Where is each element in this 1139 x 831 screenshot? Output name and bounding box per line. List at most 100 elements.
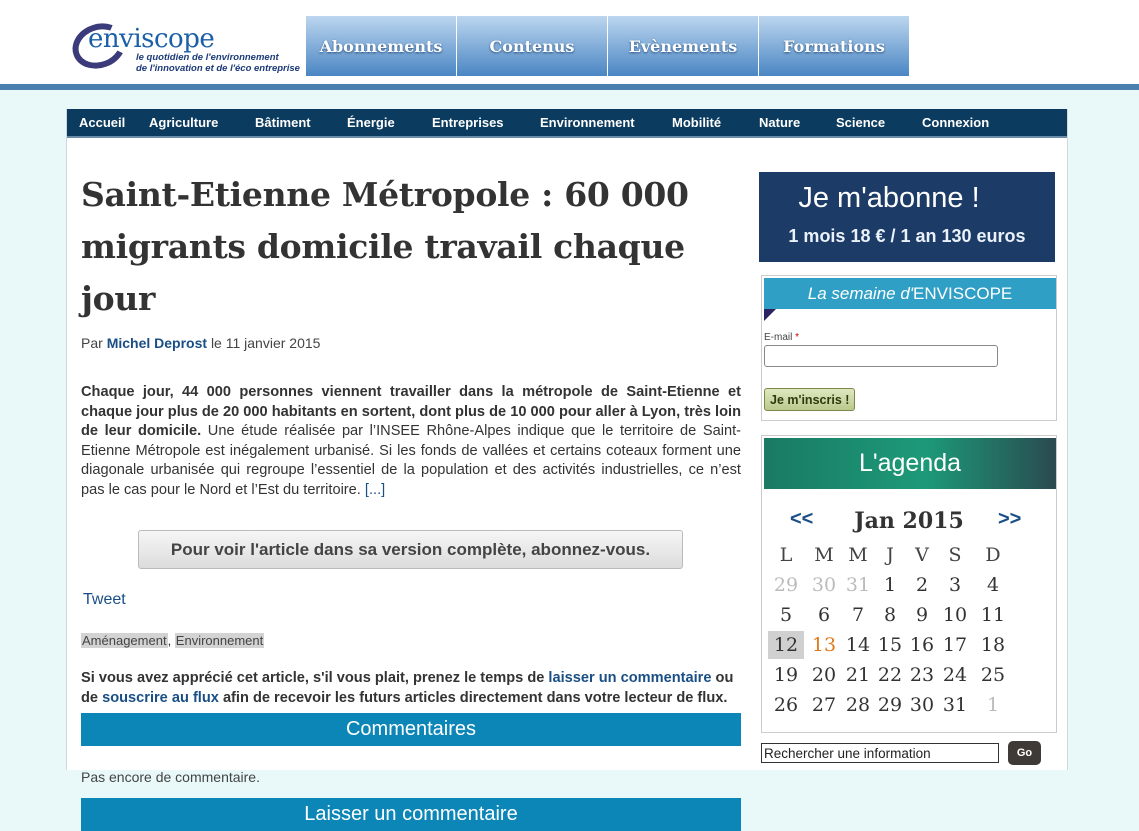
category-science[interactable]: Science [836, 115, 885, 130]
calendar-day: 15 [877, 634, 903, 656]
search-go-button[interactable]: Go [1008, 741, 1041, 765]
appreciate-text-1: Si vous avez apprécié cet article, s'il … [81, 670, 549, 686]
header-divider [0, 84, 1139, 90]
top-navigation: Abonnements Contenus Evènements Formatio… [306, 16, 910, 76]
calendar-day: 29 [877, 694, 903, 716]
calendar-weekday-header: J [886, 544, 894, 566]
calendar-day: 27 [811, 694, 837, 716]
calendar-day: 8 [883, 604, 897, 626]
enviscope-logo[interactable]: enviscope le quotidien de l'environnemen… [66, 16, 310, 78]
comments-heading: Commentaires [81, 713, 741, 746]
tag-environnement[interactable]: Environnement [174, 633, 265, 648]
calendar-day: 16 [909, 634, 935, 656]
category-environnement[interactable]: Environnement [540, 115, 635, 130]
main-container: Accueil Agriculture Bâtiment Énergie Ent… [66, 109, 1068, 831]
calendar-day: 10 [942, 604, 968, 626]
category-agriculture[interactable]: Agriculture [149, 115, 218, 130]
calendar-day: 21 [845, 664, 871, 686]
calendar-day: 1 [883, 574, 897, 596]
leave-comment-link[interactable]: laisser un commentaire [548, 670, 711, 686]
category-accueil[interactable]: Accueil [79, 115, 125, 130]
topnav-contenus[interactable]: Contenus [457, 16, 607, 76]
calendar-weekday-header: L [779, 544, 793, 566]
calendar-weekday-header: V [915, 544, 929, 566]
calendar-day: 30 [909, 694, 935, 716]
calendar-day: 14 [845, 634, 871, 656]
article-date: le 11 janvier 2015 [210, 335, 321, 351]
calendar-month: Jan 2015 [854, 508, 964, 534]
calendar-weekday-header: M [814, 544, 834, 566]
calendar-day: 19 [773, 664, 799, 686]
subscribe-to-read-button[interactable]: Pour voir l'article dans sa version comp… [138, 530, 683, 569]
calendar-day: 23 [909, 664, 935, 686]
category-nature[interactable]: Nature [759, 115, 800, 130]
signup-button[interactable]: Je m'inscris ! [764, 388, 856, 411]
article-title: Saint-Etienne Métropole : 60 000 migrant… [81, 175, 689, 318]
logo-tagline-line2: de l'innovation et de l'éco entreprise [136, 63, 300, 74]
tweet-button[interactable]: Tweet [83, 591, 126, 609]
topnav-formations[interactable]: Formations [759, 16, 909, 76]
calendar-day: 24 [942, 664, 968, 686]
ribbon-fold-icon [764, 309, 776, 321]
subscribe-banner-price: 1 mois 18 € / 1 an 130 euros [788, 226, 1026, 246]
article-tags: Aménagement, Environnement [81, 633, 265, 648]
calendar-day: 25 [980, 664, 1006, 686]
email-field[interactable] [764, 345, 998, 367]
newsletter-title-italic: La semaine d' [807, 283, 914, 303]
email-label: E-mail * [764, 332, 799, 343]
category-batiment[interactable]: Bâtiment [255, 115, 311, 130]
read-more-link[interactable]: [...] [365, 482, 385, 498]
topnav-evenements[interactable]: Evènements [608, 16, 758, 76]
calendar-day: 17 [942, 634, 968, 656]
byline-prefix: Par [81, 335, 103, 351]
calendar-day: 30 [811, 574, 837, 596]
calendar-day: 5 [779, 604, 793, 626]
calendar-day: 26 [773, 694, 799, 716]
tag-amenagement[interactable]: Aménagement [81, 633, 168, 648]
calendar-day: 11 [980, 604, 1006, 626]
calendar-prev-button[interactable]: << [790, 508, 813, 531]
email-label-text: E-mail [764, 332, 793, 343]
category-energie[interactable]: Énergie [347, 115, 395, 130]
calendar-next-button[interactable]: >> [998, 508, 1021, 531]
author-link[interactable]: Michel Deprost [107, 335, 207, 351]
newsletter-title: La semaine d' ENVISCOPE [764, 278, 1056, 309]
article-intro: Chaque jour, 44 000 personnes viennent t… [81, 383, 741, 500]
calendar-day: 18 [980, 634, 1006, 656]
calendar-day: 28 [845, 694, 871, 716]
category-navigation: Accueil Agriculture Bâtiment Énergie Ent… [67, 109, 1067, 138]
category-connexion[interactable]: Connexion [922, 115, 989, 130]
appreciate-text-3: afin de recevoir les futurs articles dir… [218, 689, 728, 706]
subscribe-feed-link[interactable]: souscrire au flux [102, 690, 219, 706]
calendar-weekday-header: D [985, 544, 1001, 566]
category-mobilite[interactable]: Mobilité [672, 115, 721, 130]
calendar-day: 31 [845, 574, 871, 596]
required-mark: * [795, 332, 800, 343]
calendar-day: 2 [915, 574, 929, 596]
calendar-day: 4 [986, 574, 1000, 596]
calendar-day: 7 [851, 604, 865, 626]
calendar-day: 31 [942, 694, 968, 716]
subscribe-banner[interactable]: Je m'abonne ! 1 mois 18 € / 1 an 130 eur… [759, 172, 1055, 262]
tag-separator: , [167, 633, 175, 648]
leave-comment-heading: Laisser un commentaire [81, 798, 741, 831]
topnav-abonnements[interactable]: Abonnements [306, 16, 456, 76]
agenda-widget: L'agenda << Jan 2015 >> L M M J V S D 29 30 31 1 2 3… [761, 435, 1057, 733]
calendar-day: 29 [773, 574, 799, 596]
search-input[interactable]: Rechercher une information [761, 743, 999, 763]
calendar-day: 1 [986, 694, 1000, 716]
category-entreprises[interactable]: Entreprises [432, 115, 504, 130]
no-comment-text: Pas encore de commentaire. [81, 769, 260, 785]
agenda-title: L'agenda [764, 438, 1056, 489]
calendar-day: 6 [817, 604, 831, 626]
article: Saint-Etienne Métropole : 60 000 migrant… [81, 169, 741, 831]
subscribe-banner-title: Je m'abonne ! [798, 182, 980, 214]
calendar-weekday-header: M [848, 544, 868, 566]
calendar-day: 9 [915, 604, 929, 626]
calendar-day-event[interactable]: 13 [806, 631, 842, 659]
newsletter-widget: La semaine d' ENVISCOPE E-mail * Je m'ins… [761, 275, 1057, 421]
calendar-day: 22 [877, 664, 903, 686]
logo-tagline-line1: le quotidien de l'environnement [136, 52, 279, 63]
calendar-day-today: 12 [768, 631, 804, 659]
calendar-day: 3 [948, 574, 962, 596]
